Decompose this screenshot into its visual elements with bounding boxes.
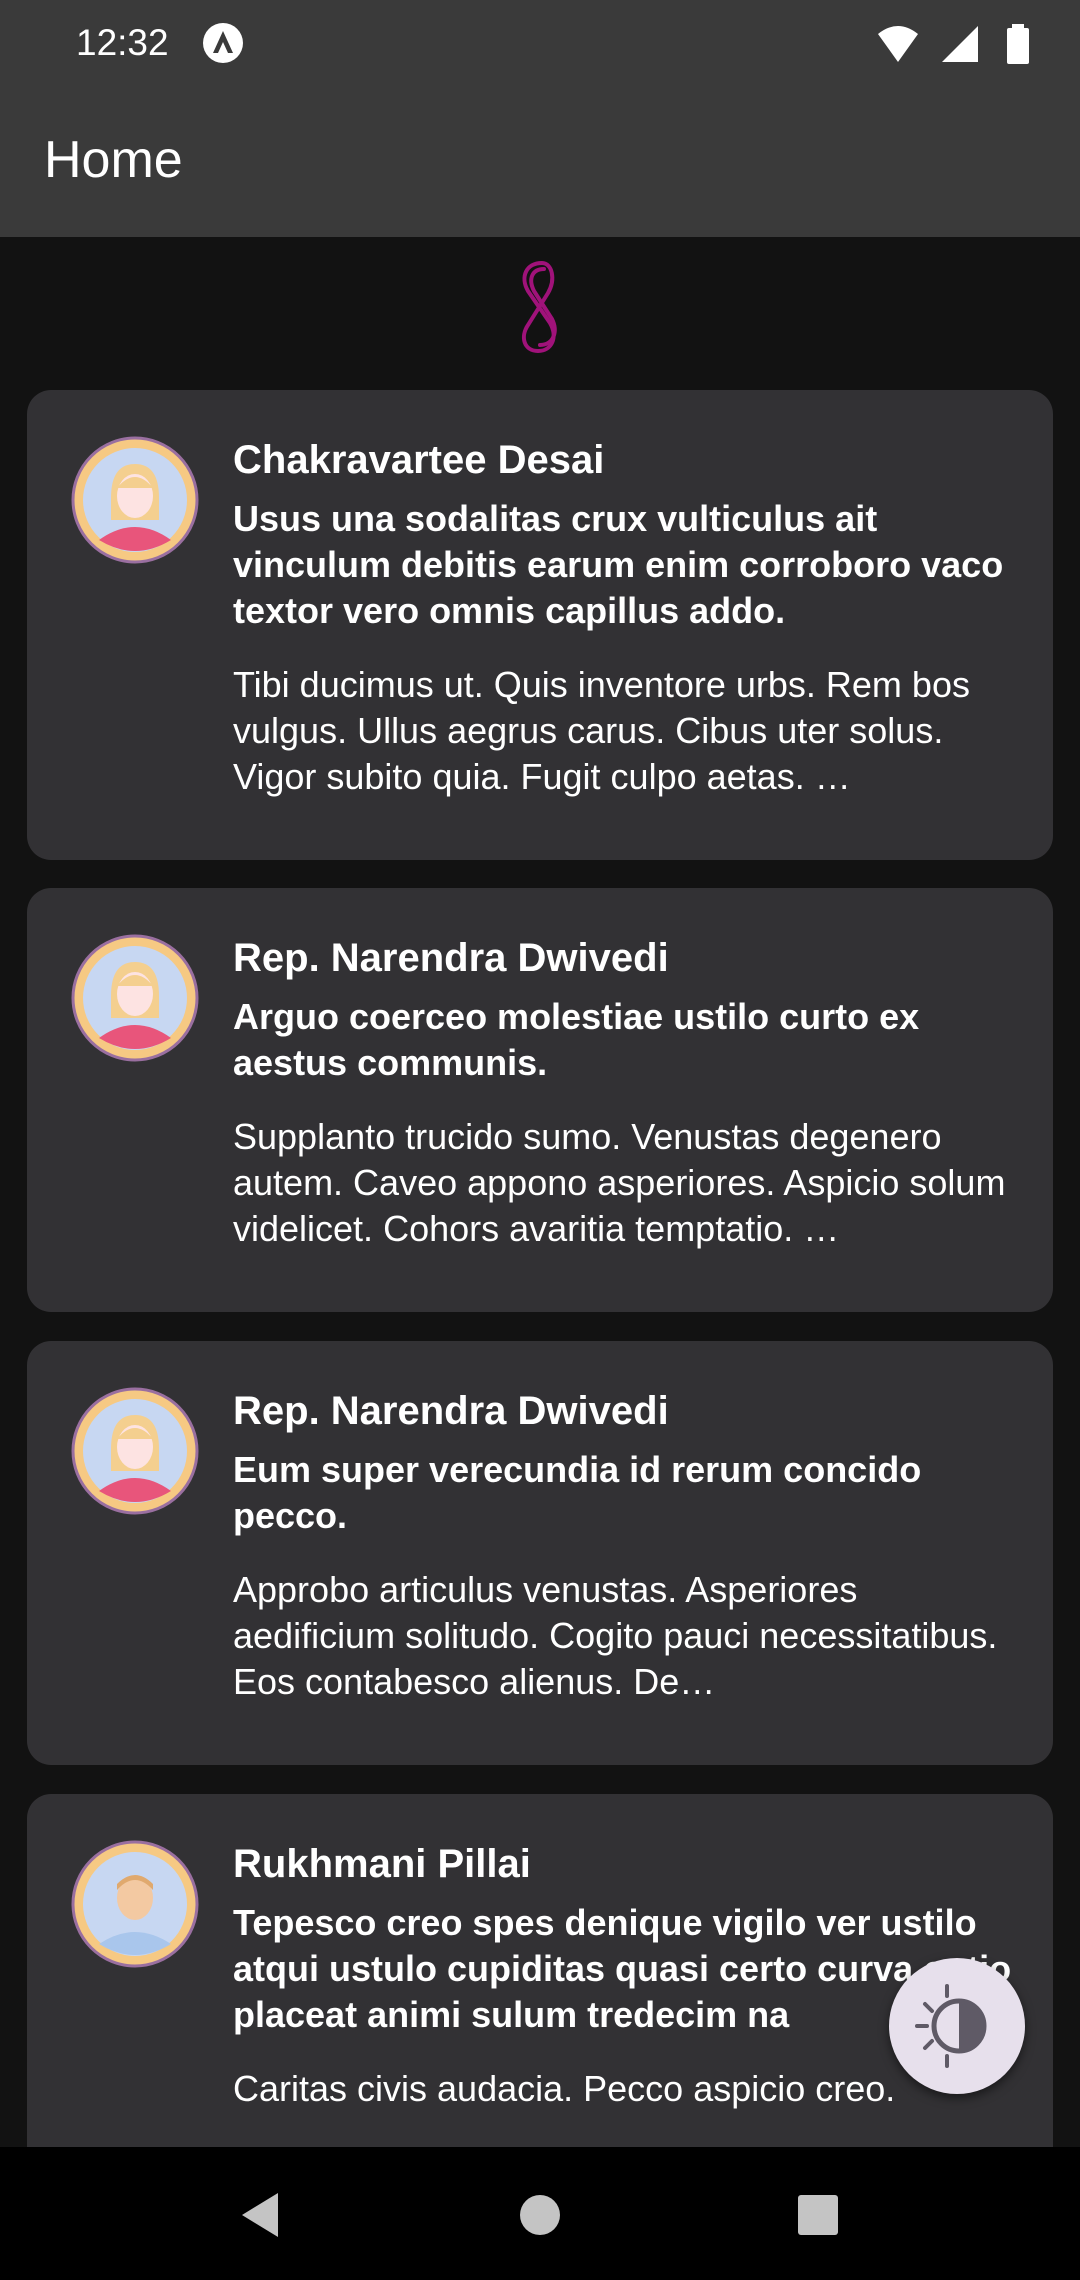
post-card[interactable]: Rukhmani Pillai Tepesco creo spes deniqu…: [27, 1794, 1053, 2147]
post-card[interactable]: Rep. Narendra Dwivedi Eum super verecund…: [27, 1341, 1053, 1765]
app-logo-icon: [521, 260, 557, 354]
wifi-icon: [878, 26, 918, 62]
post-body: Supplanto trucido sumo. Venustas degener…: [233, 1116, 1006, 1249]
post-headline: Eum super verecundia id rerum concido pe…: [233, 1449, 922, 1536]
post-body: Approbo articulus venustas. Asperiores a…: [233, 1569, 998, 1702]
status-bar: 12:32: [0, 0, 1080, 88]
male-avatar-icon: [71, 1840, 199, 1968]
page-title: Home: [44, 131, 183, 189]
post-author: Rep. Narendra Dwivedi: [233, 936, 669, 980]
status-time: 12:32: [76, 22, 169, 63]
female-avatar-icon: [71, 1387, 199, 1515]
signal-icon: [942, 26, 978, 62]
female-avatar-icon: [71, 934, 199, 1062]
top-app-bar: Home: [0, 88, 1080, 237]
home-icon[interactable]: [512, 2187, 568, 2243]
post-card[interactable]: Rep. Narendra Dwivedi Arguo coerceo mole…: [27, 888, 1053, 1312]
post-card[interactable]: Chakravartee Desai Usus una sodalitas cr…: [27, 390, 1053, 860]
post-author: Rukhmani Pillai: [233, 1842, 531, 1886]
post-author: Rep. Narendra Dwivedi: [233, 1389, 669, 1433]
post-headline: Arguo coerceo molestiae ustilo curto ex …: [233, 996, 920, 1083]
post-author: Chakravartee Desai: [233, 438, 605, 482]
post-body: Caritas civis audacia. Pecco aspicio cre…: [233, 2068, 896, 2109]
post-body: Tibi ducimus ut. Quis inventore urbs. Re…: [233, 664, 970, 797]
brightness-contrast-icon: [915, 1984, 987, 2068]
back-icon[interactable]: [232, 2187, 288, 2243]
home-screen: 12:32 Home Chakravartee Desai Usus una s…: [0, 0, 1080, 2280]
feed-list[interactable]: Chakravartee Desai Usus una sodalitas cr…: [0, 237, 1080, 2147]
female-avatar-icon: [71, 436, 199, 564]
system-navigation-bar: [0, 2147, 1080, 2280]
app-notification-icon: [203, 23, 243, 63]
post-headline: Usus una sodalitas crux vulticulus ait v…: [233, 498, 1004, 631]
theme-toggle-button[interactable]: [889, 1958, 1025, 2094]
recents-icon[interactable]: [790, 2187, 846, 2243]
battery-icon: [1007, 24, 1029, 64]
